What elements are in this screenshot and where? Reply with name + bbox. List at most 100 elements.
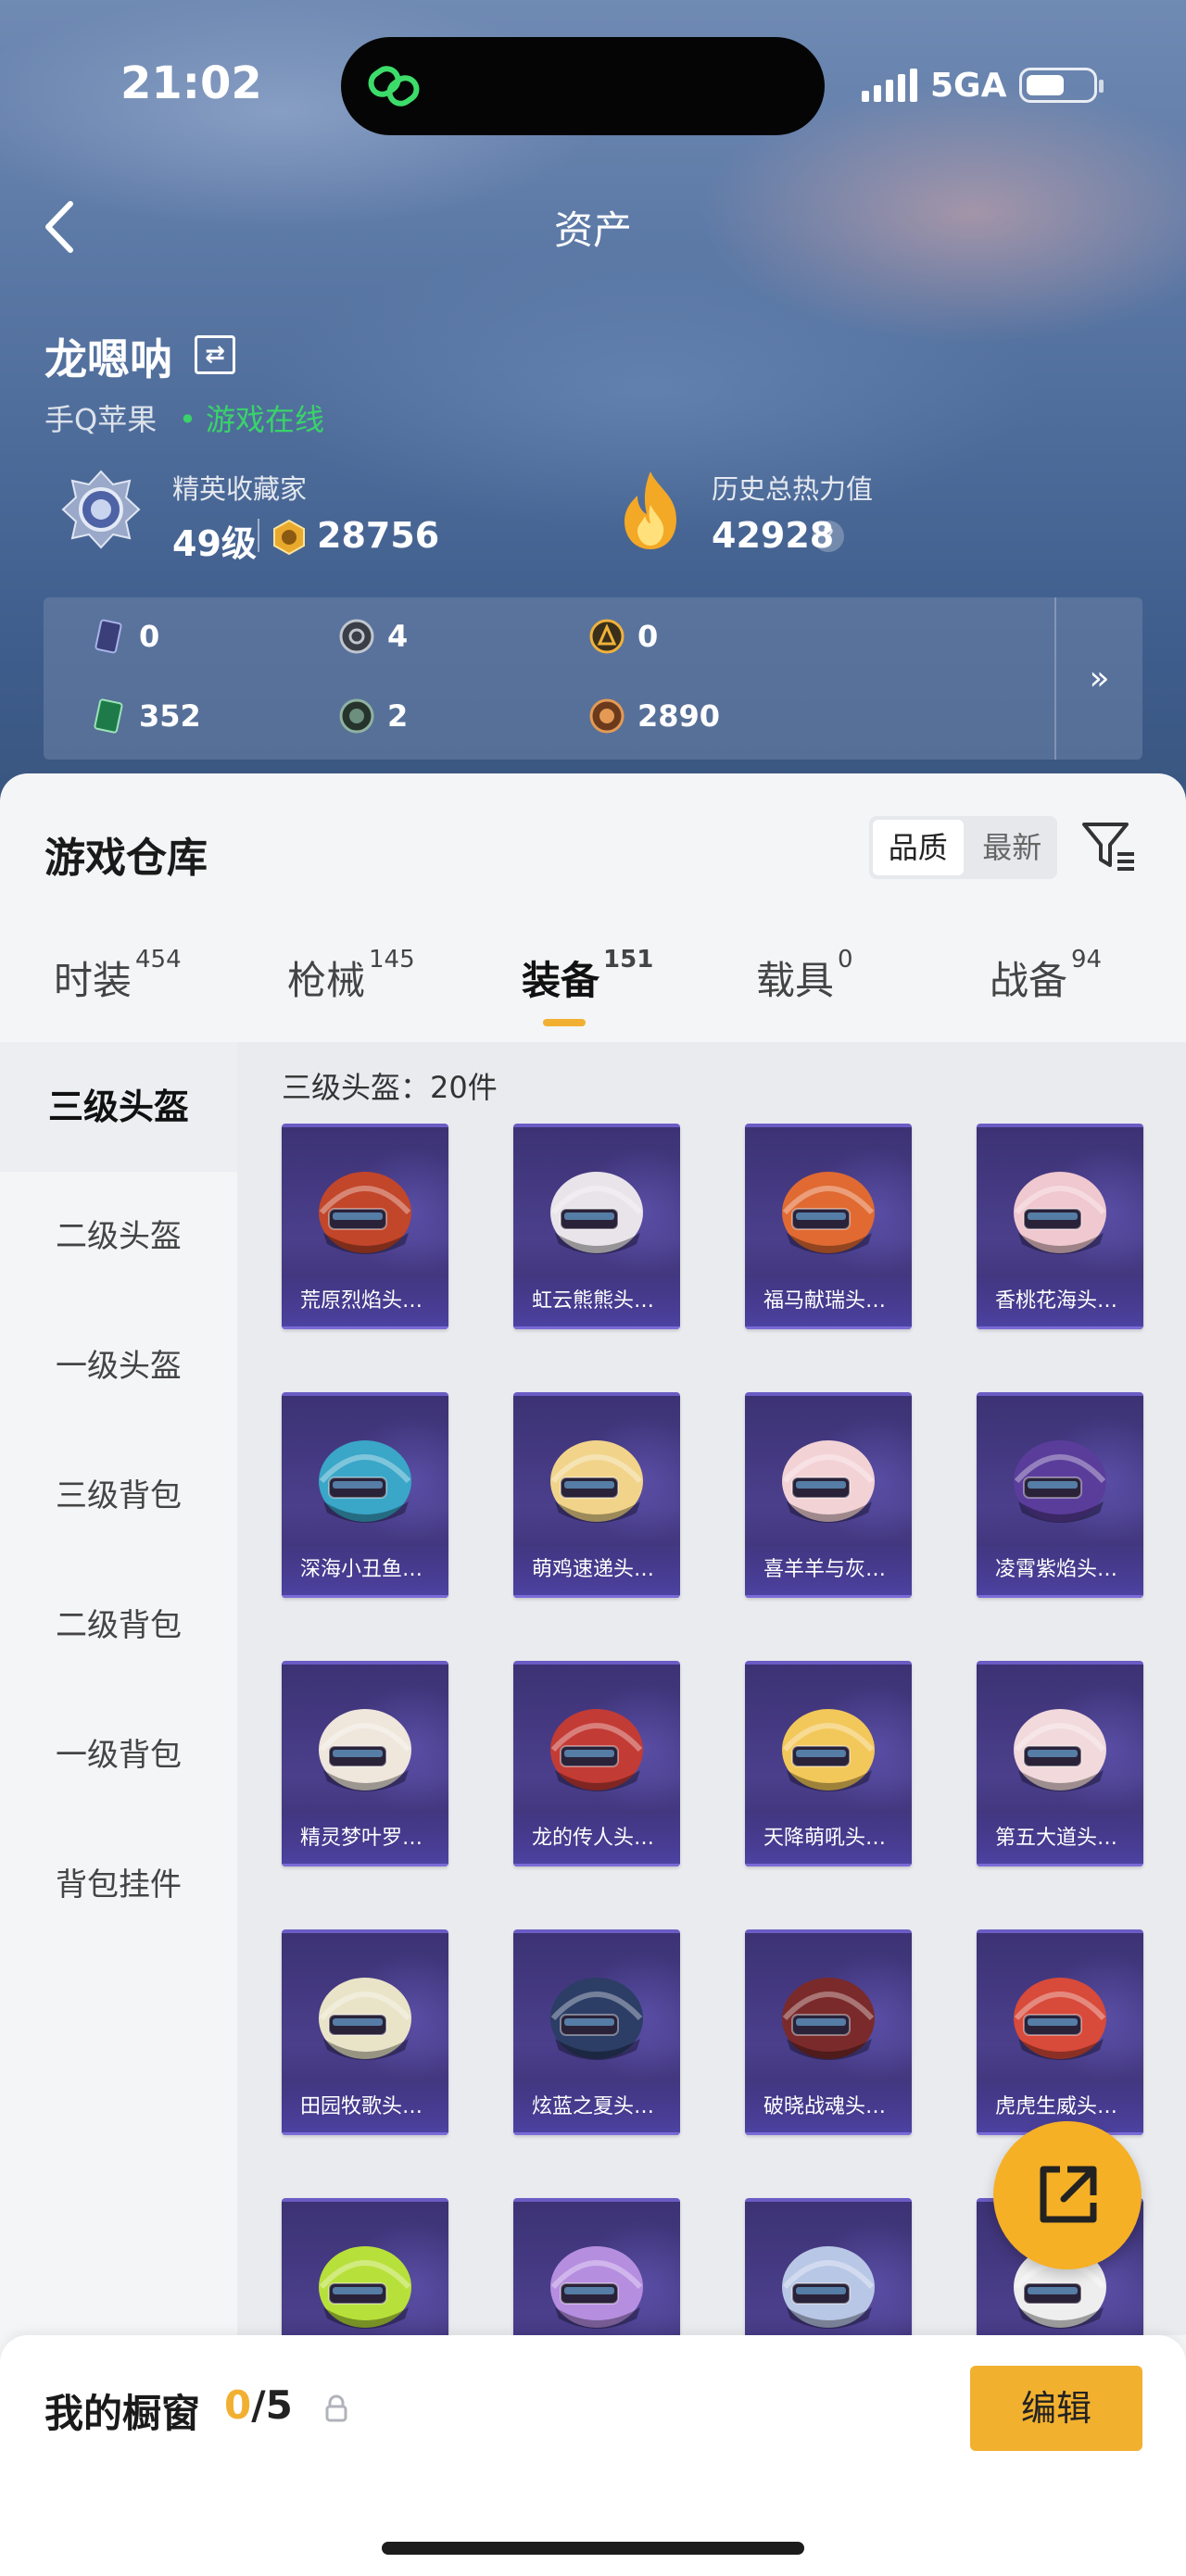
tab-fashion[interactable]: 时装 454 xyxy=(54,946,182,1006)
collector-points: 28756 xyxy=(317,515,440,556)
switch-account-icon[interactable]: ⇄ xyxy=(195,335,235,374)
battery-icon xyxy=(1019,68,1104,103)
status-indicators: 5GA xyxy=(862,65,1104,106)
tab-equipment[interactable]: 装备 151 xyxy=(522,946,654,1006)
help-icon[interactable]: ? xyxy=(813,521,844,552)
helmet-card[interactable]: 香桃花海头… xyxy=(977,1124,1143,1329)
helmet-card[interactable]: 虹云熊熊头… xyxy=(513,1124,680,1329)
helmet-card[interactable]: 萌鸡速递头… xyxy=(513,1392,680,1598)
helmet-card[interactable]: 喜羊羊与灰… xyxy=(745,1392,912,1598)
showcase-title: 我的橱窗 xyxy=(44,2391,201,2436)
sidebar-item-backpack-charm[interactable]: 背包挂件 xyxy=(0,1820,237,1950)
helmet-card-label: 福马献瑞头… xyxy=(745,1277,912,1329)
helmet-card[interactable]: 虎虎生威头… xyxy=(977,1929,1143,2135)
helmet-icon xyxy=(782,1709,875,1791)
filter-icon[interactable] xyxy=(1079,815,1140,876)
tab-supplies[interactable]: 战备 94 xyxy=(990,946,1103,1006)
green-ticket-icon xyxy=(94,698,123,734)
signal-icon xyxy=(862,69,917,102)
helmet-card[interactable]: 破晓战魂头… xyxy=(745,1929,912,2135)
helmet-card[interactable] xyxy=(745,2198,912,2335)
tab-count: 94 xyxy=(1071,946,1103,974)
dark-orb-icon xyxy=(339,698,374,734)
card-icon xyxy=(95,619,122,654)
currency-gold: 0 xyxy=(589,619,658,654)
tab-label: 时装 xyxy=(54,958,132,1003)
dynamic-island xyxy=(341,37,825,135)
tab-count: 145 xyxy=(369,946,415,974)
helmet-card[interactable]: 深海小丑鱼… xyxy=(282,1392,448,1598)
helmet-icon xyxy=(550,1172,643,1254)
helmet-icon xyxy=(1014,1978,1106,2060)
username: 龙嗯呐 xyxy=(44,334,172,384)
sort-latest-button[interactable]: 最新 xyxy=(967,816,1058,879)
warehouse-title: 游戏仓库 xyxy=(44,835,208,882)
sidebar-item-backpack-lv2[interactable]: 二级背包 xyxy=(0,1561,237,1690)
stat-divider xyxy=(258,519,259,552)
active-tab-indicator xyxy=(543,1019,586,1026)
helmet-icon xyxy=(782,2246,875,2329)
currency-ticket: 352 xyxy=(91,698,201,734)
helmet-icon xyxy=(550,1709,643,1791)
currency-silver: 4 xyxy=(339,619,408,654)
online-status: • 游戏在线 xyxy=(179,402,325,437)
helmet-card[interactable]: 龙的传人头… xyxy=(513,1661,680,1866)
helmet-card[interactable]: 福马献瑞头… xyxy=(745,1124,912,1329)
sidebar-item-helmet-lv3[interactable]: 三级头盔 xyxy=(0,1042,237,1172)
helmet-icon xyxy=(319,1978,411,2060)
currency-value: 0 xyxy=(139,619,160,654)
currency-value: 352 xyxy=(139,698,201,734)
helmet-icon xyxy=(782,1440,875,1523)
tab-count: 151 xyxy=(603,946,654,974)
network-type: 5GA xyxy=(930,66,1007,105)
helmet-card[interactable] xyxy=(282,2198,448,2335)
edit-showcase-button[interactable]: 编辑 xyxy=(970,2366,1142,2451)
currency-more-button[interactable]: » xyxy=(1054,597,1142,760)
helmet-card[interactable]: 荒原烈焰头… xyxy=(282,1124,448,1329)
currency-bronze: 2890 xyxy=(589,698,720,734)
tab-weapons[interactable]: 枪械 145 xyxy=(287,946,415,1006)
helmet-icon xyxy=(319,1172,411,1254)
currency-orb: 2 xyxy=(339,698,408,734)
tab-vehicles[interactable]: 载具 0 xyxy=(756,946,853,1006)
helmet-card[interactable] xyxy=(513,2198,680,2335)
helmet-card[interactable]: 精灵梦叶罗… xyxy=(282,1661,448,1866)
helmet-icon xyxy=(1014,1709,1106,1791)
helmet-card[interactable]: 第五大道头… xyxy=(977,1661,1143,1866)
sort-toggle: 品质 最新 xyxy=(869,816,1057,879)
tab-count: 0 xyxy=(838,946,853,974)
sidebar-item-helmet-lv1[interactable]: 一级头盔 xyxy=(0,1301,237,1431)
currency-card: 0 xyxy=(91,619,159,654)
showcase-count: 0/5 xyxy=(224,2382,293,2428)
helmet-icon xyxy=(319,1440,411,1523)
sidebar-item-backpack-lv1[interactable]: 一级背包 xyxy=(0,1690,237,1820)
helmet-card[interactable]: 田园牧歌头… xyxy=(282,1929,448,2135)
bronze-coin-icon xyxy=(589,698,625,734)
sidebar-item-backpack-lv3[interactable]: 三级背包 xyxy=(0,1431,237,1561)
helmet-card[interactable]: 炫蓝之夏头… xyxy=(513,1929,680,2135)
helmet-card[interactable]: 凌霄紫焰头… xyxy=(977,1392,1143,1598)
helmet-icon xyxy=(782,1978,875,2060)
showcase-current: 0 xyxy=(224,2382,252,2428)
status-time: 21:02 xyxy=(120,57,262,109)
helmet-card-label: 天降萌吼头… xyxy=(745,1815,912,1866)
share-button[interactable] xyxy=(993,2121,1142,2269)
flame-icon xyxy=(625,471,676,549)
collector-points-icon xyxy=(273,519,305,556)
sort-quality-button[interactable]: 品质 xyxy=(873,820,964,875)
helmet-icon xyxy=(319,2246,411,2329)
sidebar-item-helmet-lv2[interactable]: 二级头盔 xyxy=(0,1172,237,1301)
helmet-icon xyxy=(1014,1172,1106,1254)
silver-coin-icon xyxy=(339,619,374,654)
helmet-card-label: 精灵梦叶罗… xyxy=(282,1815,448,1866)
helmet-icon xyxy=(782,1172,875,1254)
tab-label: 载具 xyxy=(756,958,835,1003)
link-icon xyxy=(368,66,420,107)
helmet-card[interactable]: 天降萌吼头… xyxy=(745,1661,912,1866)
helmet-card-label: 荒原烈焰头… xyxy=(282,1277,448,1329)
grid-caption: 三级头盔：20件 xyxy=(282,1070,498,1105)
tab-count: 454 xyxy=(135,946,182,974)
helmet-card-label: 香桃花海头… xyxy=(977,1277,1143,1329)
category-tabs: 时装 454 枪械 145 装备 151 载具 0 战备 94 xyxy=(0,946,1186,1042)
helmet-icon xyxy=(550,1440,643,1523)
